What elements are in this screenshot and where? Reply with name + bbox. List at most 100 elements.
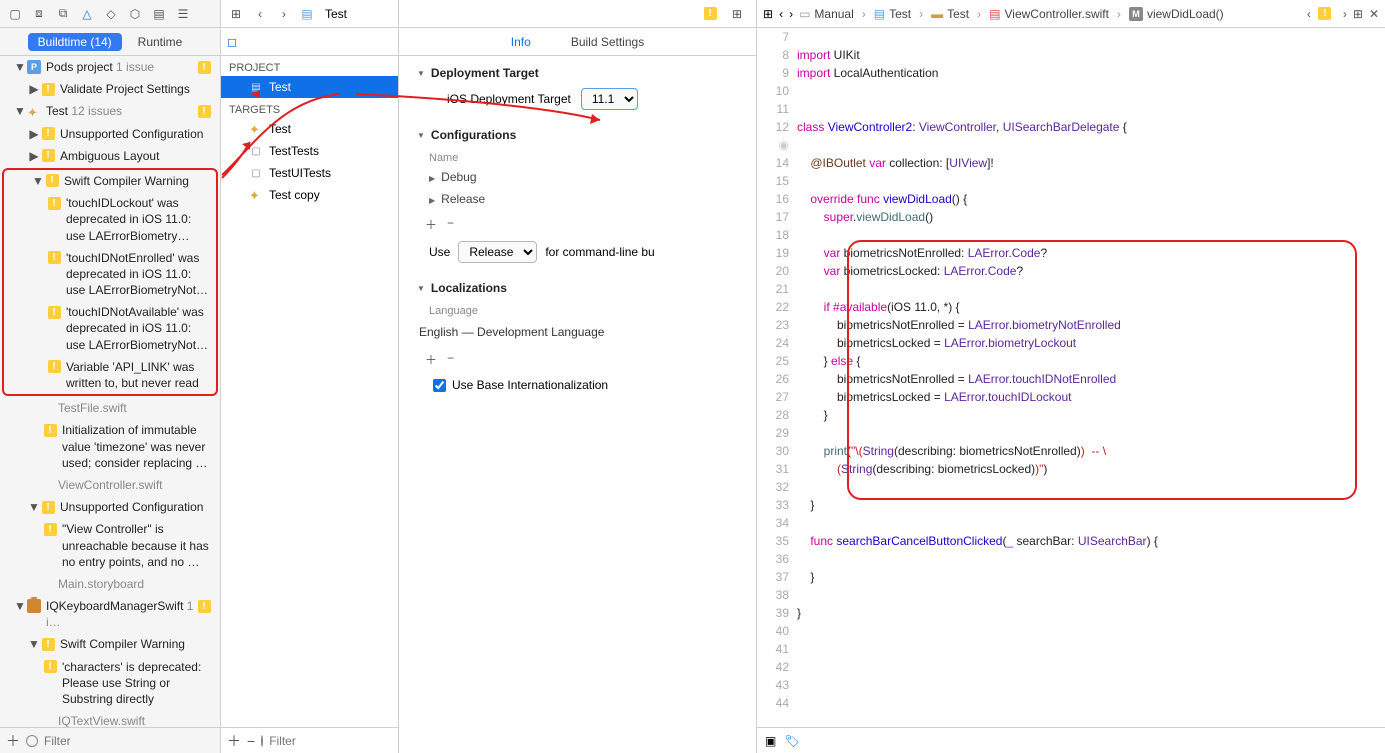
section-localizations[interactable]: Localizations: [417, 281, 738, 295]
scope-icon[interactable]: [261, 735, 263, 747]
crumb-project[interactable]: ▤Test: [874, 7, 911, 21]
test-nav-icon[interactable]: ◇: [102, 5, 120, 23]
crumb-file[interactable]: Test: [325, 7, 347, 21]
localization-row[interactable]: English — Development Language: [417, 319, 738, 345]
label: 'touchIDNotAvailable' was deprecated in …: [66, 304, 212, 353]
back-icon[interactable]: ‹: [779, 7, 783, 21]
symbol-nav-icon[interactable]: ⧈: [30, 5, 48, 23]
add-icon[interactable]: ＋: [425, 351, 437, 368]
issue-nav-icon[interactable]: △: [78, 5, 96, 23]
app-icon: [249, 122, 263, 136]
disclosure-icon[interactable]: ▶: [28, 81, 40, 97]
validate-row[interactable]: ▶ Validate Project Settings: [0, 78, 220, 100]
warning-item[interactable]: 'touchIDLockout' was deprecated in iOS 1…: [4, 192, 216, 247]
runtime-tab[interactable]: Runtime: [128, 33, 193, 51]
warning-item[interactable]: 'characters' is deprecated: Please use S…: [0, 656, 220, 711]
disclosure-icon[interactable]: ▼: [28, 499, 40, 515]
section-configurations[interactable]: Configurations: [417, 128, 738, 142]
disclosure-icon[interactable]: ▼: [28, 636, 40, 652]
breakpoints-icon[interactable]: ▣: [765, 734, 776, 748]
disclosure-icon[interactable]: ▼: [32, 173, 44, 189]
code-area[interactable]: import UIKitimport LocalAuthentication c…: [797, 28, 1385, 727]
filter-input[interactable]: [44, 734, 214, 748]
close-editor-icon[interactable]: ✕: [1369, 7, 1379, 21]
unsupported-group-2[interactable]: ▼ Unsupported Configuration: [0, 496, 220, 518]
related-items-icon[interactable]: ⊞: [227, 5, 245, 23]
crumb-folder[interactable]: ▬Test: [931, 7, 969, 21]
back-icon[interactable]: ‹: [251, 5, 269, 23]
tab-info[interactable]: Info: [511, 35, 531, 49]
highlighted-warnings-group: ▼ Swift Compiler Warning 'touchIDLockout…: [2, 168, 218, 396]
swift-warning-group[interactable]: ▼ Swift Compiler Warning: [4, 170, 216, 192]
remove-icon[interactable]: −: [447, 216, 454, 233]
file-label: Main.storyboard: [0, 573, 220, 595]
breakpoint-nav-icon[interactable]: ▤: [150, 5, 168, 23]
issues-tree[interactable]: ▼ P Pods project 1 issue ▶ Validate Proj…: [0, 56, 220, 727]
settings-tabs: Info Build Settings: [399, 28, 756, 56]
swift-warning-group-2[interactable]: ▼ Swift Compiler Warning: [0, 633, 220, 655]
unsupported-row[interactable]: ▶ Unsupported Configuration: [0, 123, 220, 145]
outline-toggle-icon[interactable]: ◻: [227, 35, 237, 49]
cmdline-config-select[interactable]: Release: [458, 241, 537, 263]
targets-column: ⊞ ‹ › ▤ Test ◻ PROJECT ▤ Test TARGETS Te…: [221, 0, 399, 753]
add-editor-icon[interactable]: ⊞: [728, 5, 746, 23]
remove-icon[interactable]: −: [247, 733, 255, 749]
test-project-row[interactable]: ▼ Test 12 issues: [0, 100, 220, 122]
disclosure-icon[interactable]: ▼: [14, 103, 26, 119]
warning-item[interactable]: "View Controller" is unreachable because…: [0, 518, 220, 573]
project-item-test[interactable]: ▤ Test: [221, 76, 398, 98]
report-nav-icon[interactable]: ☰: [174, 5, 192, 23]
target-item[interactable]: Test: [221, 118, 398, 140]
editor-bottom-bar: ▣ 🏷: [757, 727, 1385, 753]
related-items-icon[interactable]: ⊞: [763, 7, 773, 21]
add-icon[interactable]: ＋: [227, 731, 241, 751]
disclosure-icon[interactable]: ▶: [28, 126, 40, 142]
prev-issue-icon[interactable]: ‹: [1307, 7, 1311, 21]
checkbox[interactable]: [433, 379, 446, 392]
debug-nav-icon[interactable]: ⬡: [126, 5, 144, 23]
tab-build-settings[interactable]: Build Settings: [571, 35, 644, 49]
app-icon: [27, 104, 41, 118]
add-icon[interactable]: ＋: [425, 216, 437, 233]
disclosure-icon[interactable]: ▼: [14, 598, 26, 614]
target-item[interactable]: Test copy: [221, 184, 398, 206]
tag-icon[interactable]: 🏷: [784, 734, 799, 748]
disclosure-icon[interactable]: ▶: [28, 148, 40, 164]
disclosure-icon[interactable]: ▼: [14, 59, 26, 75]
next-issue-icon[interactable]: ›: [1343, 7, 1347, 21]
warning-icon: [198, 105, 211, 118]
folder-nav-icon[interactable]: ▢: [6, 5, 24, 23]
code-editor[interactable]: 789101112◉141516171819202122232425262728…: [757, 28, 1385, 727]
crumb-method[interactable]: MviewDidLoad(): [1129, 7, 1224, 21]
label: Swift Compiler Warning: [60, 636, 216, 652]
find-nav-icon[interactable]: ⧉: [54, 5, 72, 23]
target-item[interactable]: ▢TestTests: [221, 140, 398, 162]
target-item[interactable]: ▢TestUITests: [221, 162, 398, 184]
crumb-file[interactable]: ▤ViewController.swift: [989, 7, 1109, 21]
use-base-intl-checkbox[interactable]: Use Base Internationalization: [417, 372, 738, 392]
deployment-target-select[interactable]: 11.1: [581, 88, 638, 110]
warning-item[interactable]: Variable 'API_LINK' was written to, but …: [4, 356, 216, 394]
warning-item[interactable]: Initialization of immutable value 'timez…: [0, 419, 220, 474]
section-deployment-target[interactable]: Deployment Target: [417, 66, 738, 80]
forward-icon[interactable]: ›: [789, 7, 793, 21]
label: Unsupported Configuration: [60, 499, 216, 515]
config-release[interactable]: Release: [417, 188, 738, 210]
pods-project-row[interactable]: ▼ P Pods project 1 issue: [0, 56, 220, 78]
add-editor-icon[interactable]: ⊞: [1353, 7, 1363, 21]
iqkb-project-row[interactable]: ▼ IQKeyboardManagerSwift 1 i…: [0, 595, 220, 633]
warning-item[interactable]: 'touchIDNotEnrolled' was deprecated in i…: [4, 247, 216, 302]
ambiguous-row[interactable]: ▶ Ambiguous Layout: [0, 145, 220, 167]
remove-icon[interactable]: −: [447, 351, 454, 368]
buildtime-tab[interactable]: Buildtime (14): [28, 33, 122, 51]
scope-icon[interactable]: [26, 735, 38, 747]
config-debug[interactable]: Debug: [417, 166, 738, 188]
warning-item[interactable]: 'touchIDNotAvailable' was deprecated in …: [4, 301, 216, 356]
forward-icon[interactable]: ›: [275, 5, 293, 23]
crumb-manual[interactable]: ▭Manual: [799, 7, 854, 21]
add-icon[interactable]: ＋: [6, 731, 20, 751]
warning-icon: [1318, 7, 1331, 20]
source-editor-pane: ⊞ ‹ › ▭Manual› ▤Test› ▬Test› ▤ViewContro…: [757, 0, 1385, 753]
label: Unsupported Configuration: [60, 126, 216, 142]
label: TestUITests: [269, 166, 331, 180]
